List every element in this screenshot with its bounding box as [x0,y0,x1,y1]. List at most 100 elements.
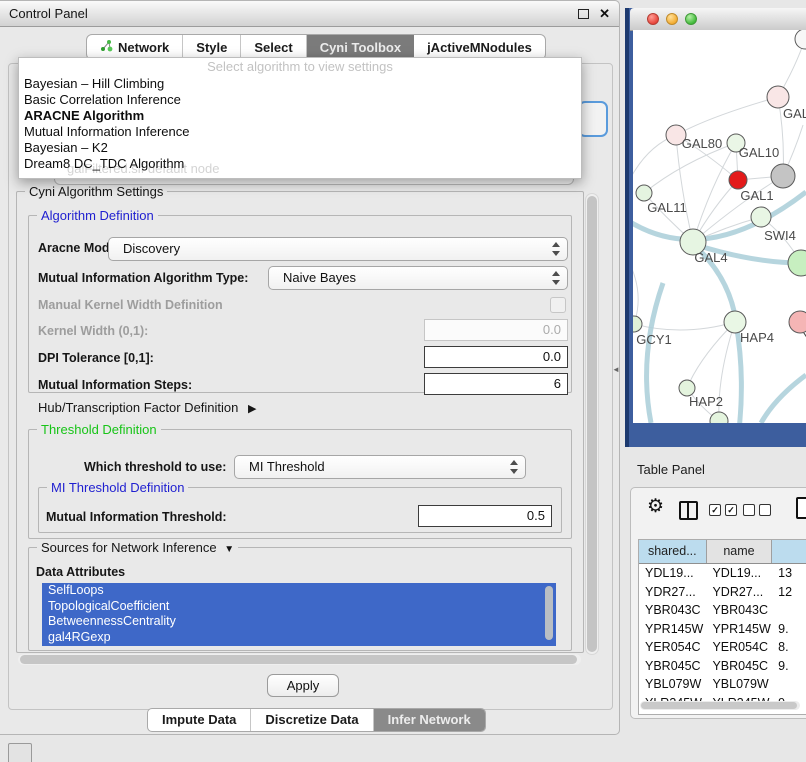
attributes-list-scrollbar[interactable] [545,586,553,640]
table-cell: YBL079W [706,675,772,694]
network-node-swi4[interactable] [751,207,771,227]
node-label-gal11: GAL11 [647,200,687,215]
threshold-definition-title: Threshold Definition [37,422,161,437]
tab-label: Select [254,40,292,55]
minimize-traffic-light[interactable] [666,13,678,25]
spinner-icon [509,459,518,475]
list-item-topologicalcoefficient[interactable]: TopologicalCoefficient [42,599,556,615]
apply-button[interactable]: Apply [267,674,339,697]
columns-icon[interactable] [679,501,698,520]
hub-definition-toggle[interactable]: Hub/Transcription Factor Definition ▶ [38,400,256,415]
mi-steps-field[interactable]: 6 [424,373,568,395]
node-label-hap4: HAP4 [740,330,774,345]
table-cell: 9 [772,712,806,715]
algorithm-option-bayesian-hill-climbing[interactable]: Bayesian – Hill Climbing [19,76,581,92]
table-row[interactable]: YBR043CYBR043C [639,601,806,620]
algorithm-options: Bayesian – Hill ClimbingBasic Correlatio… [19,76,581,172]
tab-cyni-toolbox[interactable]: Cyni Toolbox [307,35,414,59]
table-row[interactable]: YIL052CYIL052C9 [639,712,806,715]
network-node-gal[interactable] [767,86,789,108]
settings-vertical-scrollbar[interactable] [585,193,599,655]
tab-network[interactable]: Network [87,35,183,59]
close-icon[interactable]: ✕ [599,1,610,26]
table-horizontal-scrollbar[interactable] [640,701,800,710]
aracne-mode-value: Discovery [123,238,180,260]
settings-horizontal-scrollbar[interactable] [18,654,581,665]
collapse-down-icon[interactable]: ▼ [224,544,234,555]
network-view-window[interactable]: GALGAL80GAL10GAL1SWI4GAL11GAL4GCY1HAP4YH… [625,8,806,447]
table-cell: YBL079W [639,675,706,694]
algorithm-placeholder: Select algorithm to view settings [19,58,581,76]
tab-impute-data[interactable]: Impute Data [148,709,251,731]
floating-panel-button[interactable] [8,743,32,762]
data-attributes-list[interactable]: SelfLoopsTopologicalCoefficientBetweenne… [42,583,556,646]
checked-pair-icon[interactable]: ✓✓ [709,504,737,516]
manual-kernel-label: Manual Kernel Width Definition [38,298,223,312]
table-cell: 9. [772,620,806,639]
network-node-gcy1[interactable] [633,316,642,332]
column-header-shared[interactable]: shared... [639,540,707,563]
network-canvas[interactable]: GALGAL80GAL10GAL1SWI4GAL11GAL4GCY1HAP4YH… [633,30,806,423]
table-cell: YPR145W [639,620,706,639]
network-node-gal11[interactable] [636,185,652,201]
table-header-row: shared...name [639,540,806,564]
aracne-mode-select[interactable]: Discovery [108,237,568,261]
tab-select[interactable]: Select [241,35,306,59]
network-node[interactable] [795,30,806,49]
expand-right-icon[interactable]: ▶ [248,403,256,415]
list-item-betweennesscentrality[interactable]: BetweennessCentrality [42,614,556,630]
splitpane-collapse-icon[interactable]: ◄ [612,365,620,374]
algorithm-option-aracne-algorithm[interactable]: ARACNE Algorithm [19,108,581,124]
tab-discretize-data[interactable]: Discretize Data [251,709,373,731]
table-row[interactable]: YBL079WYBL079W [639,675,806,694]
kernel-width-field[interactable]: 0.0 [424,319,568,341]
network-node[interactable] [771,164,795,188]
network-node[interactable] [788,250,806,276]
manual-kernel-checkbox[interactable] [550,297,566,313]
node-label-gal1: GAL1 [740,188,773,203]
algorithm-option-dream8-dc-tdc-algorithm[interactable]: Dream8 DC_TDC Algorithm [19,156,581,172]
gear-icon[interactable]: ⚙ [647,497,664,516]
table-cell: YPR145W [706,620,772,639]
sources-title[interactable]: Sources for Network Inference ▼ [37,540,238,555]
close-traffic-light[interactable] [647,13,659,25]
data-attributes-label: Data Attributes [36,565,125,579]
tab-jactivemnodules[interactable]: jActiveMNodules [414,35,545,59]
tab-infer-network[interactable]: Infer Network [374,709,485,731]
kernel-width-value: 0.0 [543,320,561,340]
table-row[interactable]: YDR27...YDR27...12 [639,583,806,602]
algorithm-option-basic-correlation-inference[interactable]: Basic Correlation Inference [19,92,581,108]
network-window-titlebar[interactable] [630,8,806,31]
table-row[interactable]: YPR145WYPR145W9. [639,620,806,639]
list-item-gal4rgexp[interactable]: gal4RGexp [42,630,556,646]
control-panel-titlebar[interactable]: Control Panel ✕ [0,1,619,27]
table-cell: YER054C [639,638,706,657]
unchecked-pair-icon[interactable] [743,504,771,516]
mi-threshold-field[interactable]: 0.5 [418,505,552,527]
focused-combo-fragment[interactable] [578,101,608,137]
network-edge [676,97,778,135]
zoom-traffic-light[interactable] [685,13,697,25]
mi-steps-label: Mutual Information Steps: [38,378,192,392]
tab-style[interactable]: Style [183,35,241,59]
node-attribute-table[interactable]: shared...name YDL19...YDL19...13YDR27...… [638,539,806,715]
which-threshold-select[interactable]: MI Threshold [234,455,526,479]
dpi-tolerance-field[interactable]: 0.0 [424,346,568,368]
network-node-gal1[interactable] [729,171,747,189]
table-row[interactable]: YDL19...YDL19...13 [639,564,806,583]
algorithm-option-bayesian-k2[interactable]: Bayesian – K2 [19,140,581,156]
algorithm-option-mutual-information-inference[interactable]: Mutual Information Inference [19,124,581,140]
mi-type-select[interactable]: Naive Bayes [268,266,568,290]
document-icon[interactable] [796,497,806,519]
network-node[interactable] [710,412,728,423]
which-threshold-value: MI Threshold [249,456,325,478]
window-title: Control Panel [9,1,88,26]
table-row[interactable]: YBR045CYBR045C9. [639,657,806,676]
float-window-icon[interactable] [578,9,589,19]
column-header[interactable] [772,540,806,563]
table-cell: 12 [772,583,806,602]
table-cell: YDL19... [639,564,706,583]
table-row[interactable]: YER054CYER054C8. [639,638,806,657]
column-header-name[interactable]: name [707,540,773,563]
list-item-selfloops[interactable]: SelfLoops [42,583,556,599]
